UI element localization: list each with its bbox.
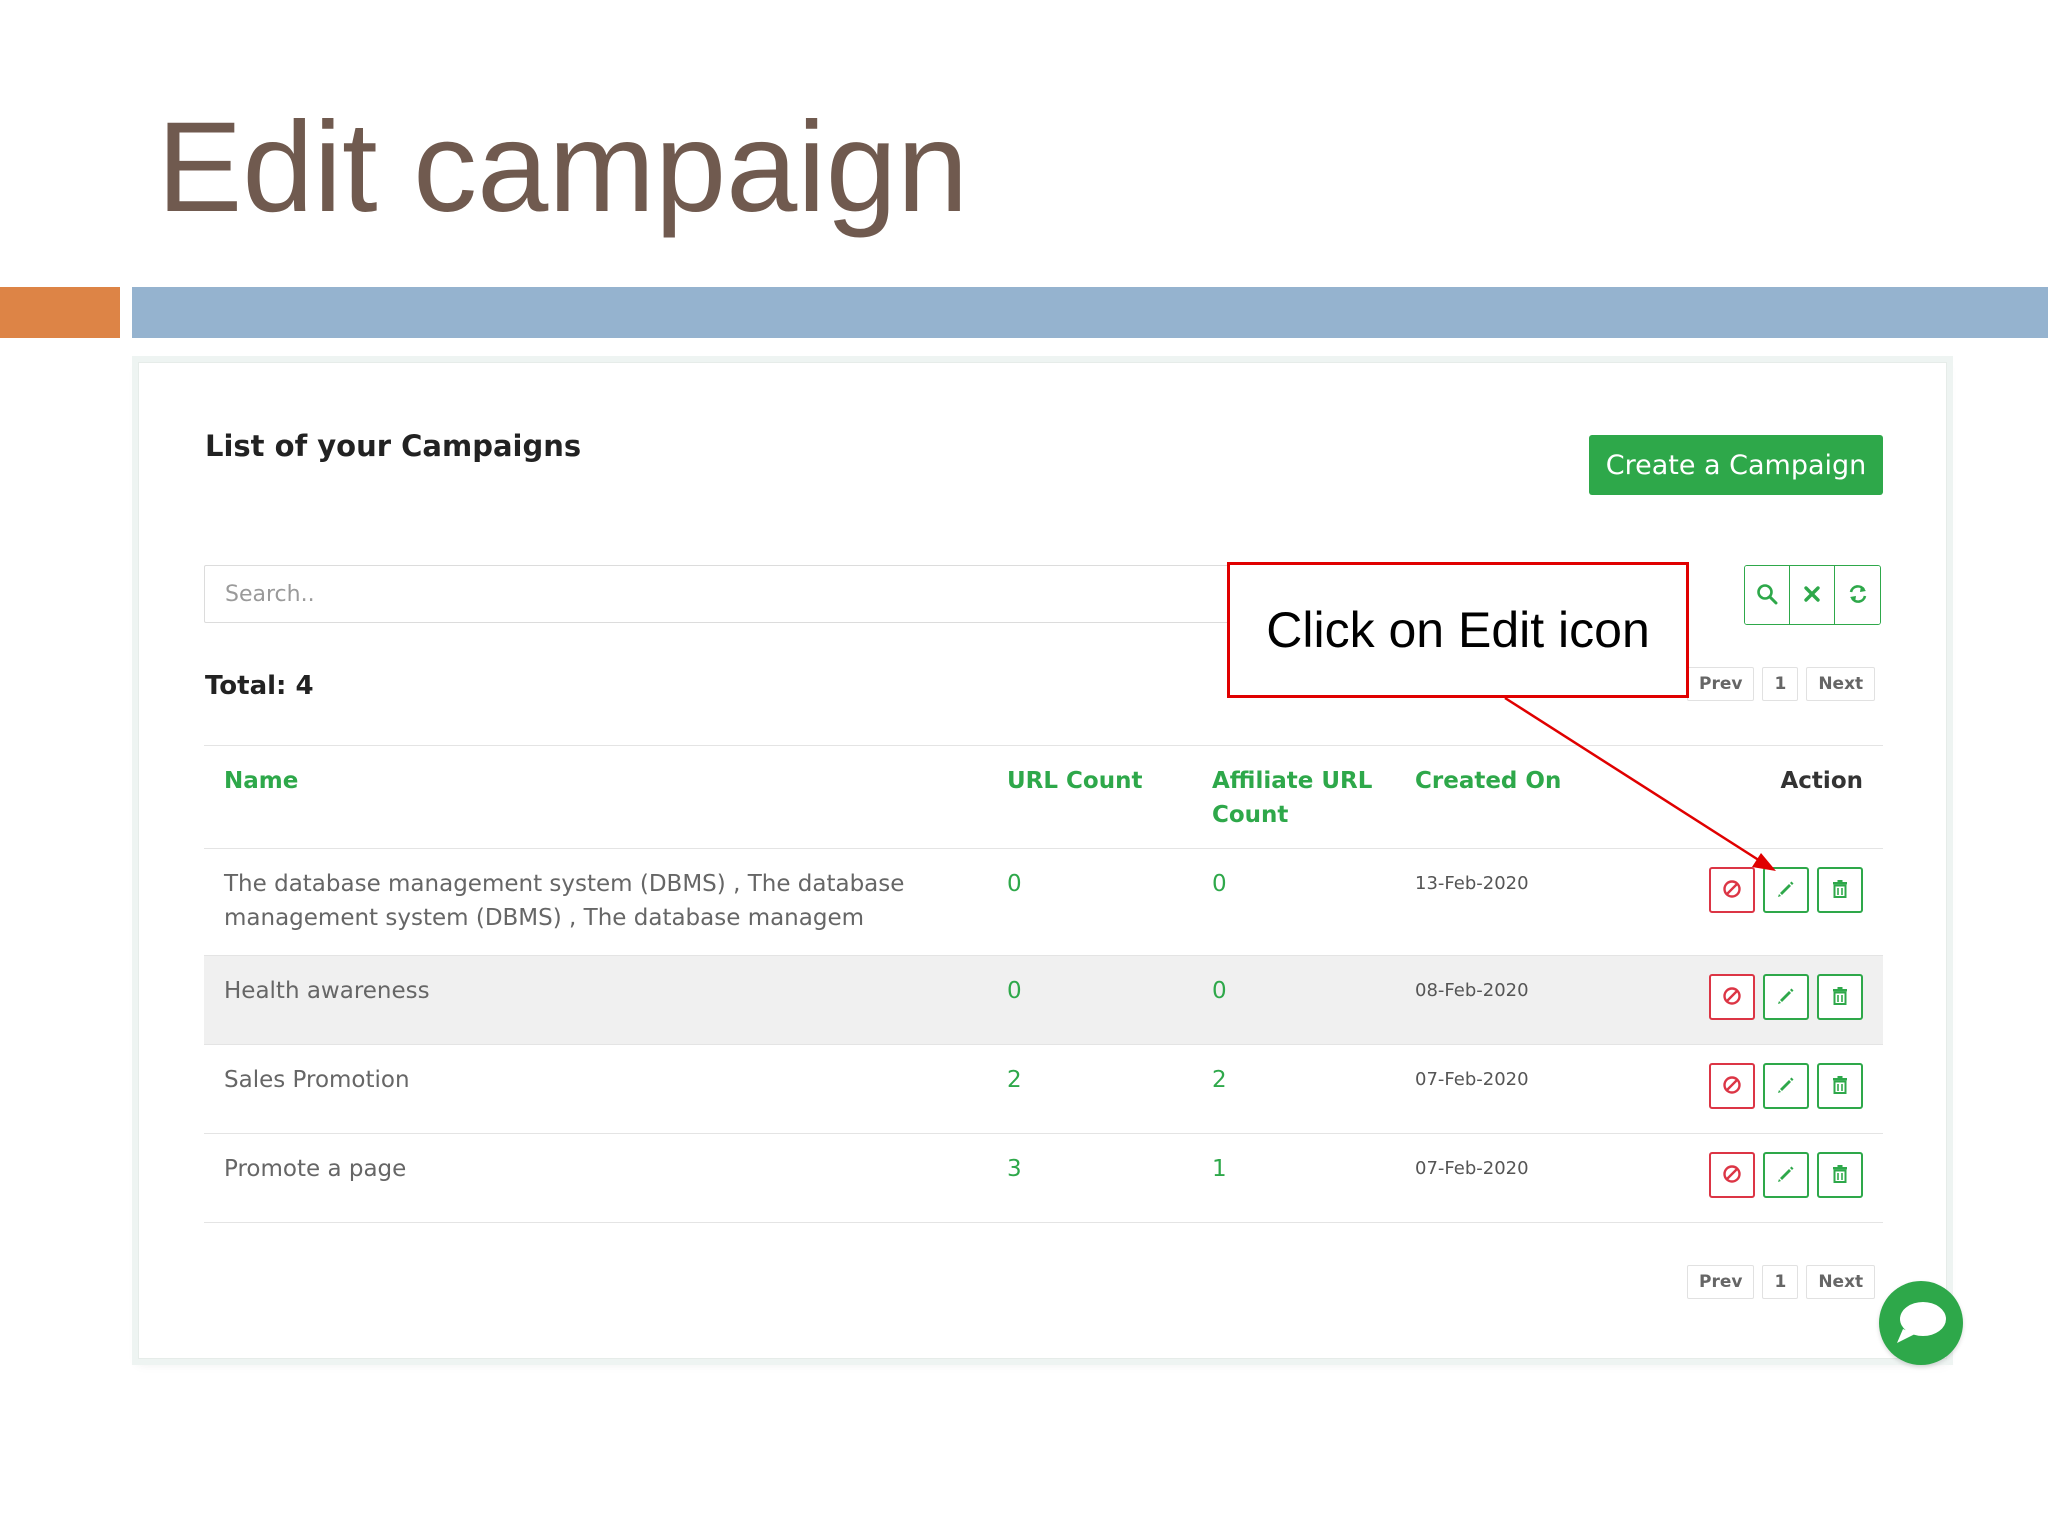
trash-icon	[1831, 986, 1849, 1009]
search-input[interactable]	[204, 565, 1374, 623]
pencil-icon	[1776, 879, 1796, 902]
table-row: The database management system (DBMS) , …	[204, 848, 1883, 956]
total-count: Total: 4	[205, 671, 314, 701]
edit-callout: Click on Edit icon	[1227, 562, 1689, 698]
edit-campaign-button[interactable]	[1763, 1152, 1809, 1198]
page-number-button[interactable]: 1	[1762, 1265, 1799, 1299]
campaign-name[interactable]: Sales Promotion	[204, 1044, 987, 1134]
row-actions	[1655, 1133, 1883, 1223]
pagination-bottom: Prev 1 Next	[1687, 1265, 1876, 1299]
created-on: 07-Feb-2020	[1395, 1133, 1655, 1223]
pencil-icon	[1776, 1075, 1796, 1098]
affiliate-url-count: 0	[1192, 848, 1395, 956]
delete-campaign-button[interactable]	[1817, 974, 1863, 1020]
column-header-url-count[interactable]: URL Count	[987, 745, 1192, 849]
search-icon	[1756, 583, 1778, 608]
refresh-icon	[1847, 583, 1869, 608]
edit-campaign-button[interactable]	[1763, 1063, 1809, 1109]
disable-campaign-button[interactable]	[1709, 867, 1755, 913]
table-row: Health awareness 0 0 08-Feb-2020	[204, 955, 1883, 1045]
row-actions	[1655, 848, 1883, 956]
column-header-affiliate-url-count[interactable]: Affiliate URL Count	[1192, 745, 1395, 849]
refresh-button[interactable]	[1835, 566, 1880, 624]
column-header-created-on[interactable]: Created On	[1395, 745, 1655, 849]
campaigns-table: Name URL Count Affiliate URL Count Creat…	[204, 745, 1883, 1223]
prev-page-button[interactable]: Prev	[1687, 667, 1755, 701]
edit-campaign-button[interactable]	[1763, 974, 1809, 1020]
pencil-icon	[1776, 986, 1796, 1009]
campaign-name[interactable]: The database management system (DBMS) , …	[204, 848, 987, 956]
next-page-button[interactable]: Next	[1806, 1265, 1876, 1299]
trash-icon	[1831, 879, 1849, 902]
search-button[interactable]	[1745, 566, 1790, 624]
created-on: 07-Feb-2020	[1395, 1044, 1655, 1134]
table-header-row: Name URL Count Affiliate URL Count Creat…	[204, 745, 1883, 849]
pencil-icon	[1776, 1164, 1796, 1187]
campaigns-panel: List of your Campaigns Create a Campaign…	[138, 362, 1947, 1359]
ban-icon	[1722, 986, 1742, 1009]
column-header-action: Action	[1655, 745, 1883, 849]
disable-campaign-button[interactable]	[1709, 1063, 1755, 1109]
close-icon	[1803, 585, 1821, 606]
chat-button[interactable]	[1879, 1281, 1963, 1365]
created-on: 08-Feb-2020	[1395, 955, 1655, 1045]
delete-campaign-button[interactable]	[1817, 867, 1863, 913]
table-row: Promote a page 3 1 07-Feb-2020	[204, 1133, 1883, 1223]
created-on: 13-Feb-2020	[1395, 848, 1655, 956]
accent-bar-blue	[132, 287, 2048, 338]
trash-icon	[1831, 1075, 1849, 1098]
disable-campaign-button[interactable]	[1709, 1152, 1755, 1198]
url-count: 3	[987, 1133, 1192, 1223]
url-count: 2	[987, 1044, 1192, 1134]
pagination-top: Prev 1 Next	[1687, 667, 1876, 701]
page-number-button[interactable]: 1	[1762, 667, 1799, 701]
campaign-name[interactable]: Promote a page	[204, 1133, 987, 1223]
row-actions	[1655, 955, 1883, 1045]
next-page-button[interactable]: Next	[1806, 667, 1876, 701]
table-row: Sales Promotion 2 2 07-Feb-2020	[204, 1044, 1883, 1134]
disable-campaign-button[interactable]	[1709, 974, 1755, 1020]
search-tools	[1744, 565, 1881, 625]
create-campaign-button[interactable]: Create a Campaign	[1589, 435, 1883, 495]
ban-icon	[1722, 1075, 1742, 1098]
affiliate-url-count: 1	[1192, 1133, 1395, 1223]
accent-bar-orange	[0, 287, 120, 338]
delete-campaign-button[interactable]	[1817, 1063, 1863, 1109]
edit-campaign-button[interactable]	[1763, 867, 1809, 913]
ban-icon	[1722, 879, 1742, 902]
affiliate-url-count: 2	[1192, 1044, 1395, 1134]
column-header-name[interactable]: Name	[204, 745, 987, 849]
panel-heading: List of your Campaigns	[205, 429, 582, 463]
delete-campaign-button[interactable]	[1817, 1152, 1863, 1198]
chat-icon	[1893, 1297, 1949, 1350]
row-actions	[1655, 1044, 1883, 1134]
url-count: 0	[987, 848, 1192, 956]
clear-search-button[interactable]	[1790, 566, 1835, 624]
url-count: 0	[987, 955, 1192, 1045]
prev-page-button[interactable]: Prev	[1687, 1265, 1755, 1299]
slide-title: Edit campaign	[157, 96, 969, 239]
affiliate-url-count: 0	[1192, 955, 1395, 1045]
campaign-name[interactable]: Health awareness	[204, 955, 987, 1045]
ban-icon	[1722, 1164, 1742, 1187]
trash-icon	[1831, 1164, 1849, 1187]
